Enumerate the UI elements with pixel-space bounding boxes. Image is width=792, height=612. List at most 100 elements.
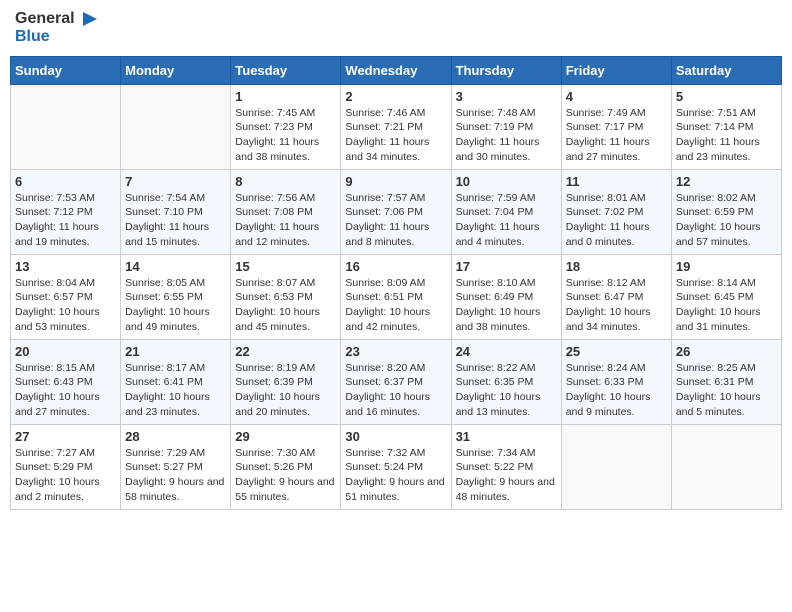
week-row-5: 27Sunrise: 7:27 AM Sunset: 5:29 PM Dayli…	[11, 424, 782, 509]
calendar-cell: 20 Sunrise: 8:15 AM Sunset: 6:43 PM Dayli…	[11, 339, 121, 424]
calendar-cell: 3 Sunrise: 7:48 AM Sunset: 7:19 PM Daylig…	[451, 84, 561, 169]
calendar-cell: 19Sunrise: 8:14 AM Sunset: 6:45 PM Dayli…	[671, 254, 781, 339]
day-number: 23	[345, 344, 446, 359]
day-info: Sunrise: 7:48 AM Sunset: 7:19 PM Dayligh…	[456, 106, 557, 165]
day-info: Sunrise: 7:59 AM Sunset: 7:04 PM Dayligh…	[456, 191, 557, 250]
calendar-cell: 2Sunrise: 7:46 AM Sunset: 7:21 PM Daylig…	[341, 84, 451, 169]
calendar-cell: 1Sunrise: 7:45 AM Sunset: 7:23 PM Daylig…	[231, 84, 341, 169]
week-row-2: 6 Sunrise: 7:53 AM Sunset: 7:12 PM Daylig…	[11, 169, 782, 254]
calendar-cell: 23 Sunrise: 8:20 AM Sunset: 6:37 PM Dayli…	[341, 339, 451, 424]
week-row-1: 1Sunrise: 7:45 AM Sunset: 7:23 PM Daylig…	[11, 84, 782, 169]
day-info: Sunrise: 8:19 AM Sunset: 6:39 PM Dayligh…	[235, 361, 336, 420]
day-info: Sunrise: 7:51 AM Sunset: 7:14 PM Dayligh…	[676, 106, 777, 165]
calendar-cell: 15Sunrise: 8:07 AM Sunset: 6:53 PM Dayli…	[231, 254, 341, 339]
day-info: Sunrise: 8:02 AM Sunset: 6:59 PM Dayligh…	[676, 191, 777, 250]
day-number: 4	[566, 89, 667, 104]
calendar-cell: 12 Sunrise: 8:02 AM Sunset: 6:59 PM Dayli…	[671, 169, 781, 254]
day-number: 6	[15, 174, 116, 189]
col-header-saturday: Saturday	[671, 56, 781, 84]
day-number: 5	[676, 89, 777, 104]
day-number: 2	[345, 89, 446, 104]
calendar-cell: 29Sunrise: 7:30 AM Sunset: 5:26 PM Dayli…	[231, 424, 341, 509]
day-number: 24	[456, 344, 557, 359]
day-number: 25	[566, 344, 667, 359]
day-info: Sunrise: 8:15 AM Sunset: 6:43 PM Dayligh…	[15, 361, 116, 420]
day-info: Sunrise: 7:57 AM Sunset: 7:06 PM Dayligh…	[345, 191, 446, 250]
calendar-cell: 11 Sunrise: 8:01 AM Sunset: 7:02 PM Dayli…	[561, 169, 671, 254]
col-header-wednesday: Wednesday	[341, 56, 451, 84]
day-number: 31	[456, 429, 557, 444]
day-number: 21	[125, 344, 226, 359]
page-header: General Blue	[10, 10, 782, 46]
col-header-friday: Friday	[561, 56, 671, 84]
calendar-cell: 24 Sunrise: 8:22 AM Sunset: 6:35 PM Dayli…	[451, 339, 561, 424]
day-info: Sunrise: 8:10 AM Sunset: 6:49 PM Dayligh…	[456, 276, 557, 335]
calendar-cell: 31 Sunrise: 7:34 AM Sunset: 5:22 PM Dayli…	[451, 424, 561, 509]
day-info: Sunrise: 8:12 AM Sunset: 6:47 PM Dayligh…	[566, 276, 667, 335]
day-number: 30	[345, 429, 446, 444]
col-header-sunday: Sunday	[11, 56, 121, 84]
calendar-header-row: SundayMondayTuesdayWednesdayThursdayFrid…	[11, 56, 782, 84]
day-number: 11	[566, 174, 667, 189]
day-info: Sunrise: 7:29 AM Sunset: 5:27 PM Dayligh…	[125, 446, 226, 505]
day-info: Sunrise: 7:53 AM Sunset: 7:12 PM Dayligh…	[15, 191, 116, 250]
day-info: Sunrise: 8:24 AM Sunset: 6:33 PM Dayligh…	[566, 361, 667, 420]
day-info: Sunrise: 8:14 AM Sunset: 6:45 PM Dayligh…	[676, 276, 777, 335]
calendar-body: 1Sunrise: 7:45 AM Sunset: 7:23 PM Daylig…	[11, 84, 782, 509]
calendar-cell: 26 Sunrise: 8:25 AM Sunset: 6:31 PM Dayli…	[671, 339, 781, 424]
day-number: 3	[456, 89, 557, 104]
day-number: 29	[235, 429, 336, 444]
logo-general: General	[15, 10, 97, 28]
day-number: 14	[125, 259, 226, 274]
col-header-tuesday: Tuesday	[231, 56, 341, 84]
day-number: 20	[15, 344, 116, 359]
day-info: Sunrise: 7:32 AM Sunset: 5:24 PM Dayligh…	[345, 446, 446, 505]
day-info: Sunrise: 8:22 AM Sunset: 6:35 PM Dayligh…	[456, 361, 557, 420]
day-number: 16	[345, 259, 446, 274]
day-number: 13	[15, 259, 116, 274]
calendar-cell	[11, 84, 121, 169]
calendar-cell: 13 Sunrise: 8:04 AM Sunset: 6:57 PM Dayli…	[11, 254, 121, 339]
day-info: Sunrise: 7:27 AM Sunset: 5:29 PM Dayligh…	[15, 446, 116, 505]
col-header-thursday: Thursday	[451, 56, 561, 84]
day-info: Sunrise: 8:05 AM Sunset: 6:55 PM Dayligh…	[125, 276, 226, 335]
calendar-cell: 7 Sunrise: 7:54 AM Sunset: 7:10 PM Daylig…	[121, 169, 231, 254]
calendar-cell: 10 Sunrise: 7:59 AM Sunset: 7:04 PM Dayli…	[451, 169, 561, 254]
day-info: Sunrise: 8:01 AM Sunset: 7:02 PM Dayligh…	[566, 191, 667, 250]
day-number: 10	[456, 174, 557, 189]
calendar-cell: 30 Sunrise: 7:32 AM Sunset: 5:24 PM Dayli…	[341, 424, 451, 509]
calendar-cell: 28 Sunrise: 7:29 AM Sunset: 5:27 PM Dayli…	[121, 424, 231, 509]
day-number: 28	[125, 429, 226, 444]
day-number: 9	[345, 174, 446, 189]
calendar-cell: 9 Sunrise: 7:57 AM Sunset: 7:06 PM Daylig…	[341, 169, 451, 254]
calendar-cell: 22Sunrise: 8:19 AM Sunset: 6:39 PM Dayli…	[231, 339, 341, 424]
day-info: Sunrise: 8:09 AM Sunset: 6:51 PM Dayligh…	[345, 276, 446, 335]
day-info: Sunrise: 8:25 AM Sunset: 6:31 PM Dayligh…	[676, 361, 777, 420]
calendar-cell: 5 Sunrise: 7:51 AM Sunset: 7:14 PM Daylig…	[671, 84, 781, 169]
day-info: Sunrise: 7:56 AM Sunset: 7:08 PM Dayligh…	[235, 191, 336, 250]
day-number: 17	[456, 259, 557, 274]
day-number: 26	[676, 344, 777, 359]
calendar-cell: 6 Sunrise: 7:53 AM Sunset: 7:12 PM Daylig…	[11, 169, 121, 254]
day-info: Sunrise: 8:04 AM Sunset: 6:57 PM Dayligh…	[15, 276, 116, 335]
day-info: Sunrise: 8:17 AM Sunset: 6:41 PM Dayligh…	[125, 361, 226, 420]
day-info: Sunrise: 7:54 AM Sunset: 7:10 PM Dayligh…	[125, 191, 226, 250]
day-number: 1	[235, 89, 336, 104]
day-number: 12	[676, 174, 777, 189]
logo-blue: Blue	[15, 28, 97, 46]
day-info: Sunrise: 8:20 AM Sunset: 6:37 PM Dayligh…	[345, 361, 446, 420]
calendar-cell	[671, 424, 781, 509]
calendar-cell: 8 Sunrise: 7:56 AM Sunset: 7:08 PM Daylig…	[231, 169, 341, 254]
calendar-cell: 21 Sunrise: 8:17 AM Sunset: 6:41 PM Dayli…	[121, 339, 231, 424]
calendar-cell: 16 Sunrise: 8:09 AM Sunset: 6:51 PM Dayli…	[341, 254, 451, 339]
day-number: 8	[235, 174, 336, 189]
day-info: Sunrise: 8:07 AM Sunset: 6:53 PM Dayligh…	[235, 276, 336, 335]
day-number: 7	[125, 174, 226, 189]
calendar-cell: 25 Sunrise: 8:24 AM Sunset: 6:33 PM Dayli…	[561, 339, 671, 424]
day-info: Sunrise: 7:34 AM Sunset: 5:22 PM Dayligh…	[456, 446, 557, 505]
calendar-cell	[121, 84, 231, 169]
logo: General Blue	[15, 10, 97, 46]
calendar-cell: 27Sunrise: 7:27 AM Sunset: 5:29 PM Dayli…	[11, 424, 121, 509]
calendar-cell	[561, 424, 671, 509]
week-row-4: 20 Sunrise: 8:15 AM Sunset: 6:43 PM Dayli…	[11, 339, 782, 424]
